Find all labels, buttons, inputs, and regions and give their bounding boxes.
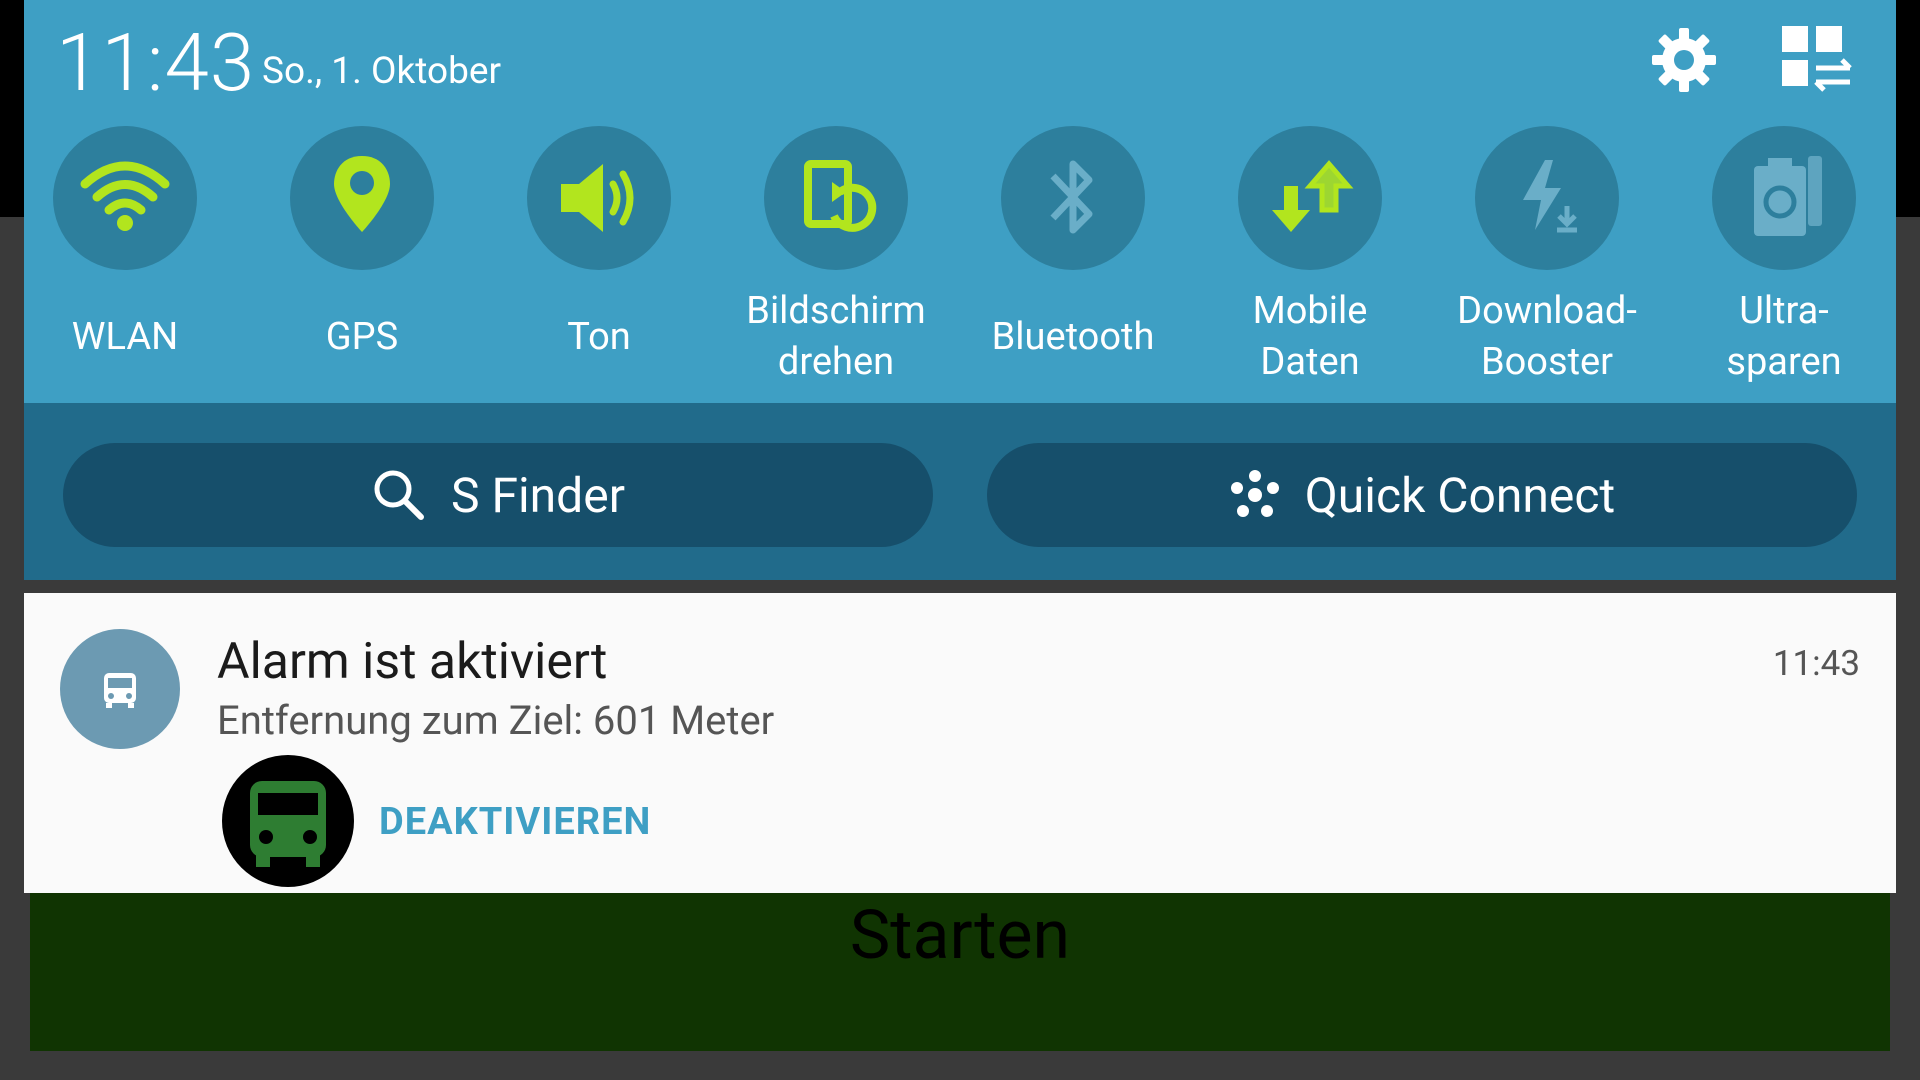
notification-time: 11:43	[1772, 643, 1860, 684]
s-finder-label: S Finder	[451, 466, 625, 524]
qs-bluetooth[interactable]: Bluetooth	[976, 126, 1213, 401]
clock: 11:43	[56, 16, 256, 110]
location-pin-icon	[290, 126, 434, 270]
qs-mobile-data[interactable]: Mobile Daten	[1213, 126, 1450, 401]
qs-ultra-power-saving[interactable]: Ultra-sparen	[1687, 126, 1920, 401]
qs-label: Download-Booster	[1457, 289, 1637, 384]
bluetooth-icon	[1001, 126, 1145, 270]
bus-app-icon	[222, 755, 354, 887]
qs-label: Mobile Daten	[1252, 289, 1368, 384]
qs-label: Ton	[567, 314, 631, 359]
notification-title: Alarm ist aktiviert	[217, 633, 608, 691]
download-booster-icon	[1475, 126, 1619, 270]
ultra-power-saving-icon	[1712, 126, 1856, 270]
panel-action-bar: S Finder Quick Connect	[24, 403, 1896, 580]
start-button[interactable]: Starten	[0, 895, 1920, 975]
qs-ton[interactable]: Ton	[502, 126, 739, 401]
qs-label: WLAN	[71, 314, 179, 359]
qs-wlan[interactable]: WLAN	[28, 126, 265, 401]
qs-label: Bildschirm drehen	[746, 289, 926, 384]
quick-connect-icon	[1230, 470, 1279, 517]
rotate-screen-icon	[764, 126, 908, 270]
wifi-icon	[53, 126, 197, 270]
date: So., 1. Oktober	[262, 50, 502, 93]
mobile-data-icon	[1238, 126, 1382, 270]
notification-text: Entfernung zum Ziel: 601 Meter	[217, 697, 775, 744]
search-icon	[374, 470, 425, 520]
qs-label: Ultra-sparen	[1726, 289, 1842, 384]
notification-panel: 11:43 So., 1. Oktober WLAN GPS Ton Bilds…	[24, 0, 1896, 403]
qs-label: Bluetooth	[991, 314, 1155, 359]
bus-icon	[60, 629, 180, 749]
s-finder-button[interactable]: S Finder	[63, 443, 933, 547]
quick-connect-label: Quick Connect	[1304, 466, 1616, 524]
edit-tiles-icon[interactable]	[1776, 20, 1856, 100]
speaker-icon	[527, 126, 671, 270]
qs-download-booster[interactable]: Download-Booster	[1450, 126, 1687, 401]
notification-card[interactable]: Alarm ist aktiviert 11:43 Entfernung zum…	[24, 593, 1896, 893]
qs-gps[interactable]: GPS	[265, 126, 502, 401]
deactivate-button[interactable]: DEAKTIVIEREN	[379, 800, 651, 844]
quick-connect-button[interactable]: Quick Connect	[987, 443, 1857, 547]
settings-gear-icon[interactable]	[1644, 20, 1724, 100]
qs-label: GPS	[325, 314, 399, 359]
qs-rotate[interactable]: Bildschirm drehen	[739, 126, 976, 401]
